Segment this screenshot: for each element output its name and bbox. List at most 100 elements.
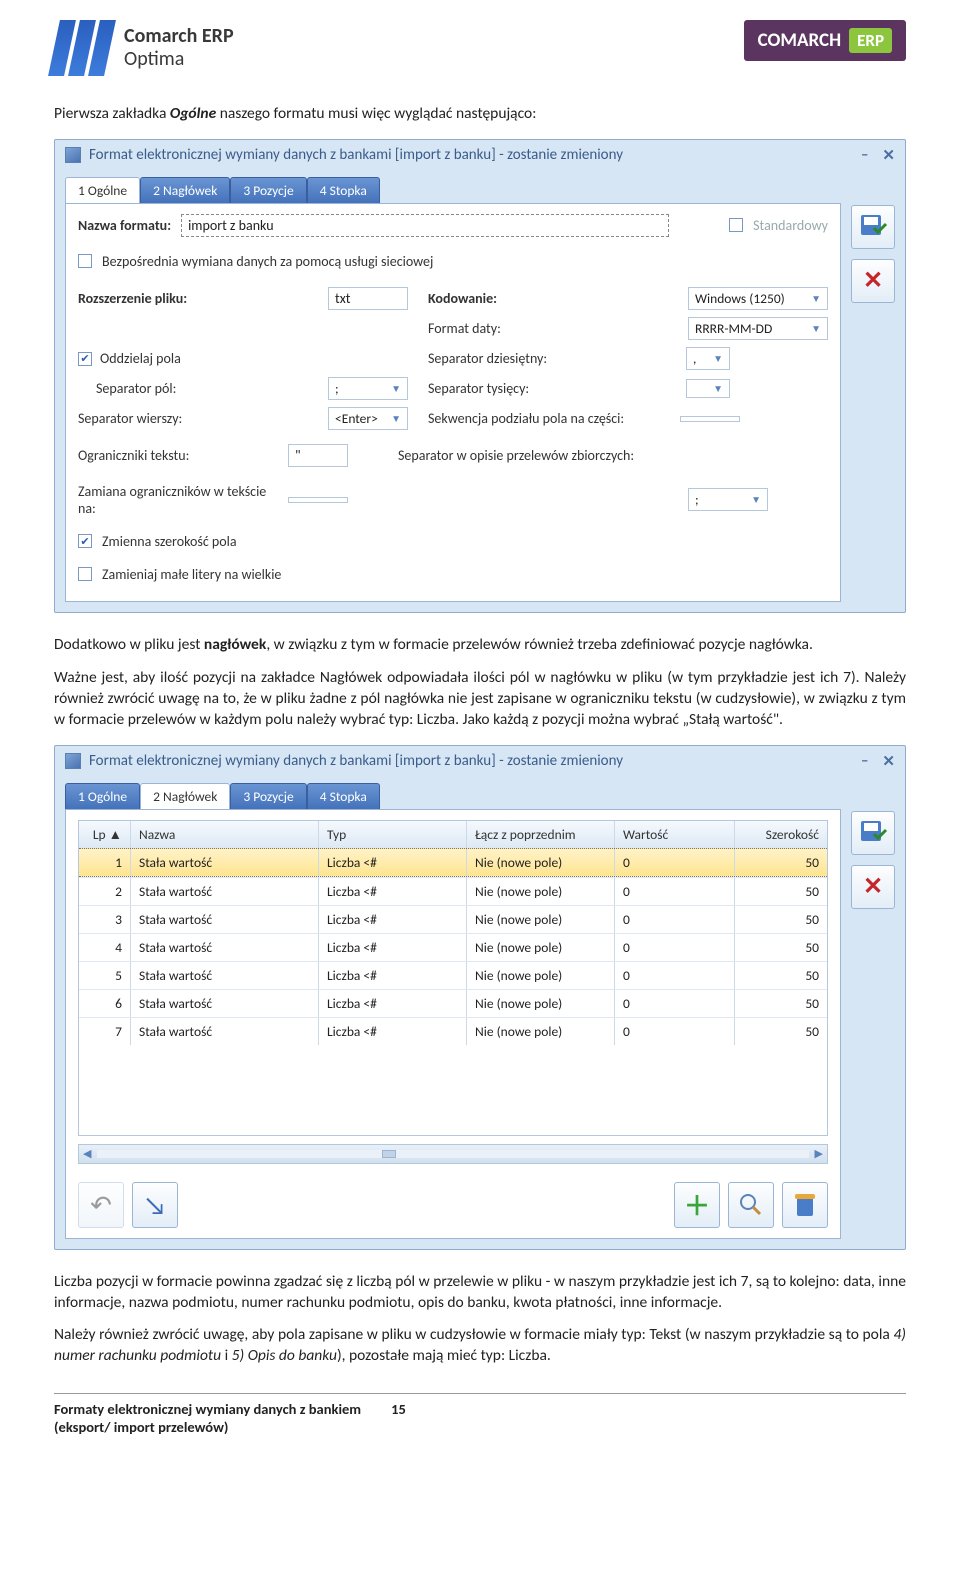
search-button[interactable] [728,1182,774,1228]
cell-name: Stała wartość [131,878,319,905]
combo-sepop[interactable]: ;▼ [688,488,768,511]
label-sepop: Separator w opisie przelewów zbiorczych: [398,447,634,464]
tab-ogolne[interactable]: 1 Ogólne [65,783,140,809]
cell-lp: 5 [79,962,131,989]
col-lacz[interactable]: Łącz z poprzednim [467,821,615,848]
para-3: Ważne jest, aby ilość pozycji na zakładc… [54,668,906,731]
table-row[interactable]: 2Stała wartośćLiczba <#Nie (nowe pole)05… [79,877,827,905]
tab-ogolne[interactable]: 1 Ogólne [65,177,140,203]
minimize-button[interactable]: – [861,752,868,771]
table-row[interactable]: 5Stała wartośćLiczba <#Nie (nowe pole)05… [79,961,827,989]
cell-name: Stała wartość [131,934,319,961]
scroll-right-icon[interactable]: ▶ [815,1147,823,1160]
col-lp[interactable]: Lp ▲ [79,821,131,848]
checkbox-varwidth[interactable] [78,534,92,548]
add-button[interactable]: ＋ [674,1182,720,1228]
tab-pozycje[interactable]: 3 Pozycje [230,177,306,203]
cell-war: 0 [615,990,735,1017]
input-ogr[interactable]: " [288,444,348,467]
para-4: Liczba pozycji w formacie powinna zgadza… [54,1272,906,1314]
brand-text: Comarch ERP Optima [124,25,234,71]
close-button[interactable]: ✕ [882,752,895,771]
input-name[interactable]: import z banku [181,214,669,237]
cell-lacz: Nie (nowe pole) [467,934,615,961]
col-war[interactable]: Wartość [615,821,735,848]
scroll-left-icon[interactable]: ◀ [83,1147,91,1160]
cell-szer: 50 [735,962,827,989]
combo-sepwier[interactable]: <Enter>▼ [328,407,408,430]
input-zam[interactable] [288,497,348,503]
label-sepwier: Separator wierszy: [78,410,182,427]
checkbox-sepfields[interactable] [78,352,92,366]
para-5: Należy również zwrócić uwagę, aby pola z… [54,1325,906,1367]
cell-war: 0 [615,962,735,989]
combo-date[interactable]: RRRR-MM-DD▼ [688,317,828,340]
cell-szer: 50 [735,934,827,961]
label-ogr: Ograniczniki tekstu: [78,447,278,464]
titlebar: Format elektronicznej wymiany danych z b… [55,746,905,777]
label-varwidth: Zmienna szerokość pola [102,533,237,550]
cell-typ: Liczba <# [319,906,467,933]
combo-encoding[interactable]: Windows (1250)▼ [688,287,828,310]
minimize-button[interactable]: – [861,146,868,165]
tab-naglowek[interactable]: 2 Nagłówek [140,177,230,203]
checkbox-direct[interactable] [78,254,92,268]
cancel-button[interactable]: ✕ [851,259,895,303]
cell-lacz: Nie (nowe pole) [467,849,615,876]
cell-lacz: Nie (nowe pole) [467,962,615,989]
save-button[interactable] [851,811,895,855]
logo-icon [48,20,116,76]
tab-naglowek[interactable]: 2 Nagłówek [140,783,230,809]
label-upper: Zamieniaj małe litery na wielkie [102,566,281,583]
close-button[interactable]: ✕ [882,146,895,165]
combo-sepdec[interactable]: ,▼ [686,347,730,370]
cell-szer: 50 [735,990,827,1017]
cancel-button[interactable]: ✕ [851,865,895,909]
window-icon [65,753,81,769]
col-typ[interactable]: Typ [319,821,467,848]
undo-button[interactable]: ↶ [78,1182,124,1228]
table-row[interactable]: 1Stała wartośćLiczba <#Nie (nowe pole)05… [79,848,827,877]
cell-lacz: Nie (nowe pole) [467,990,615,1017]
cell-szer: 50 [735,1018,827,1045]
tab-stopka[interactable]: 4 Stopka [307,177,380,203]
col-szer[interactable]: Szerokość [735,821,827,848]
checkbox-standard[interactable] [729,218,743,232]
cell-typ: Liczba <# [319,849,467,876]
combo-seppol[interactable]: ;▼ [328,377,408,400]
cell-lp: 6 [79,990,131,1017]
cell-name: Stała wartość [131,906,319,933]
combo-septh[interactable]: ▼ [686,379,730,398]
save-button[interactable] [851,205,895,249]
page-footer: Formaty elektronicznej wymiany danych z … [54,1393,906,1436]
horizontal-scrollbar[interactable]: ◀ ▶ [78,1144,828,1164]
label-seppol: Separator pól: [96,380,176,397]
label-septh: Separator tysięcy: [428,380,529,397]
cell-name: Stała wartość [131,962,319,989]
window-naglowek: Format elektronicznej wymiany danych z b… [54,745,906,1250]
table-row[interactable]: 7Stała wartośćLiczba <#Nie (nowe pole)05… [79,1017,827,1045]
logo-block: Comarch ERP Optima [54,20,234,76]
delete-button[interactable] [782,1182,828,1228]
cell-szer: 50 [735,878,827,905]
table-row[interactable]: 3Stała wartośćLiczba <#Nie (nowe pole)05… [79,905,827,933]
col-name[interactable]: Nazwa [131,821,319,848]
badge-text: COMARCH [758,29,842,52]
tabs-row: 1 Ogólne 2 Nagłówek 3 Pozycje 4 Stopka [55,171,851,203]
cell-lp: 1 [79,849,131,876]
checkbox-upper[interactable] [78,567,92,581]
redo-button[interactable]: ↘ [132,1182,178,1228]
brand-line2: Optima [124,48,234,71]
tab-stopka[interactable]: 4 Stopka [307,783,380,809]
input-sekw[interactable] [680,416,740,422]
footer-sub: (eksport/ import przelewów) [54,1418,361,1436]
para-2: Dodatkowo w pliku jest nagłówek, w związ… [54,635,906,656]
tab-pozycje[interactable]: 3 Pozycje [230,783,306,809]
table-row[interactable]: 4Stała wartośćLiczba <#Nie (nowe pole)05… [79,933,827,961]
input-ext[interactable]: txt [328,287,408,310]
cell-lp: 7 [79,1018,131,1045]
cell-lacz: Nie (nowe pole) [467,1018,615,1045]
brand-line1: Comarch ERP [124,25,234,48]
table-row[interactable]: 6Stała wartośćLiczba <#Nie (nowe pole)05… [79,989,827,1017]
cell-lp: 2 [79,878,131,905]
